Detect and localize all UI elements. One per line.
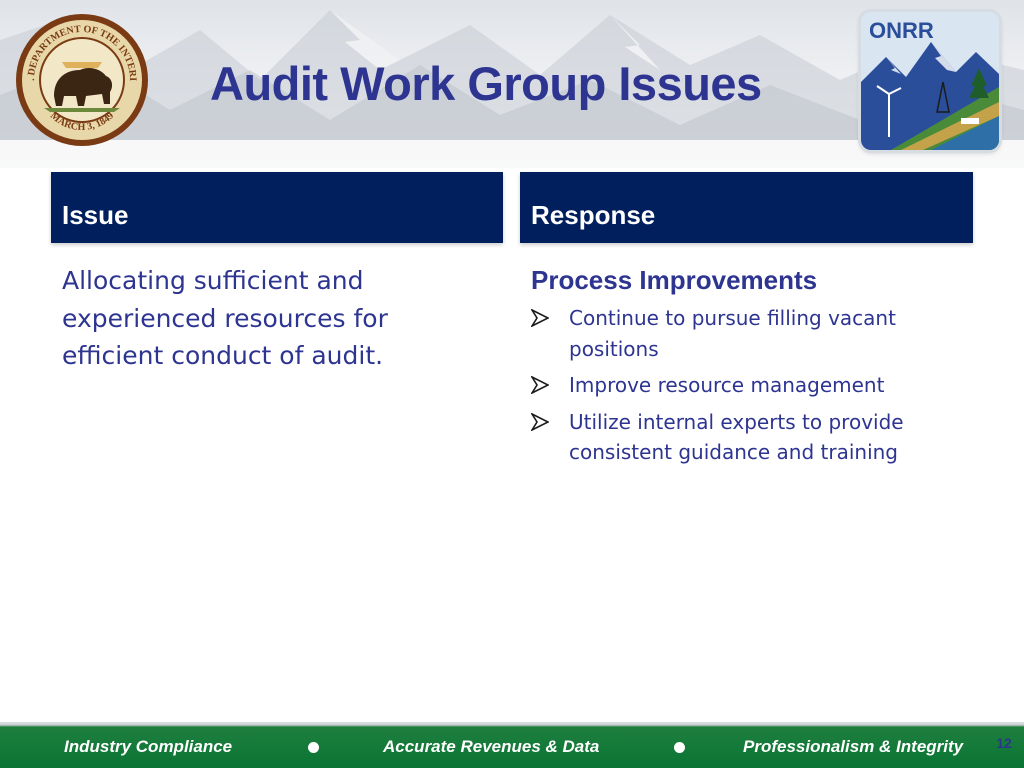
issue-description: Allocating sufficient and experienced re… (62, 266, 388, 370)
arrowhead-bullet-icon (531, 412, 549, 431)
bison-seal-icon: U.S. DEPARTMENT OF THE INTERIOR MARCH 3,… (14, 12, 148, 146)
footer-separator-dot-icon (674, 742, 685, 753)
onrr-logo-icon: ONRR (861, 12, 999, 150)
onrr-logo-text: ONRR (869, 18, 934, 43)
slide-title: Audit Work Group Issues (210, 57, 762, 110)
bullet-text: Continue to pursue filling vacant positi… (569, 306, 896, 361)
slide-header: U.S. DEPARTMENT OF THE INTERIOR MARCH 3,… (0, 0, 1024, 168)
issue-header-label: Issue (62, 200, 129, 230)
arrowhead-bullet-icon (531, 376, 549, 394)
footer-item-accurate-revenues: Accurate Revenues & Data (383, 737, 600, 756)
response-header-label: Response (531, 200, 656, 230)
footer-separator-dot-icon (308, 742, 319, 753)
list-item: Utilize internal experts to provide cons… (531, 407, 951, 468)
bullet-text: Improve resource management (569, 373, 885, 397)
list-item: Continue to pursue filling vacant positi… (531, 303, 951, 364)
issue-column-header: Issue (51, 172, 503, 243)
page-number: 12 (996, 735, 1012, 751)
bullet-text: Utilize internal experts to provide cons… (569, 409, 904, 465)
response-heading: Process Improvements (531, 265, 818, 295)
list-item: Improve resource management (531, 370, 951, 401)
footer-item-professionalism: Professionalism & Integrity (743, 737, 964, 756)
response-bullet-list: Continue to pursue filling vacant positi… (531, 303, 951, 468)
response-column-header: Response (520, 172, 973, 243)
arrowhead-bullet-icon (531, 309, 549, 327)
footer-item-industry-compliance: Industry Compliance (64, 737, 233, 756)
response-section: Process Improvements Continue to pursue … (531, 262, 951, 474)
slide-footer: Industry Compliance Accurate Revenues & … (0, 722, 1024, 768)
